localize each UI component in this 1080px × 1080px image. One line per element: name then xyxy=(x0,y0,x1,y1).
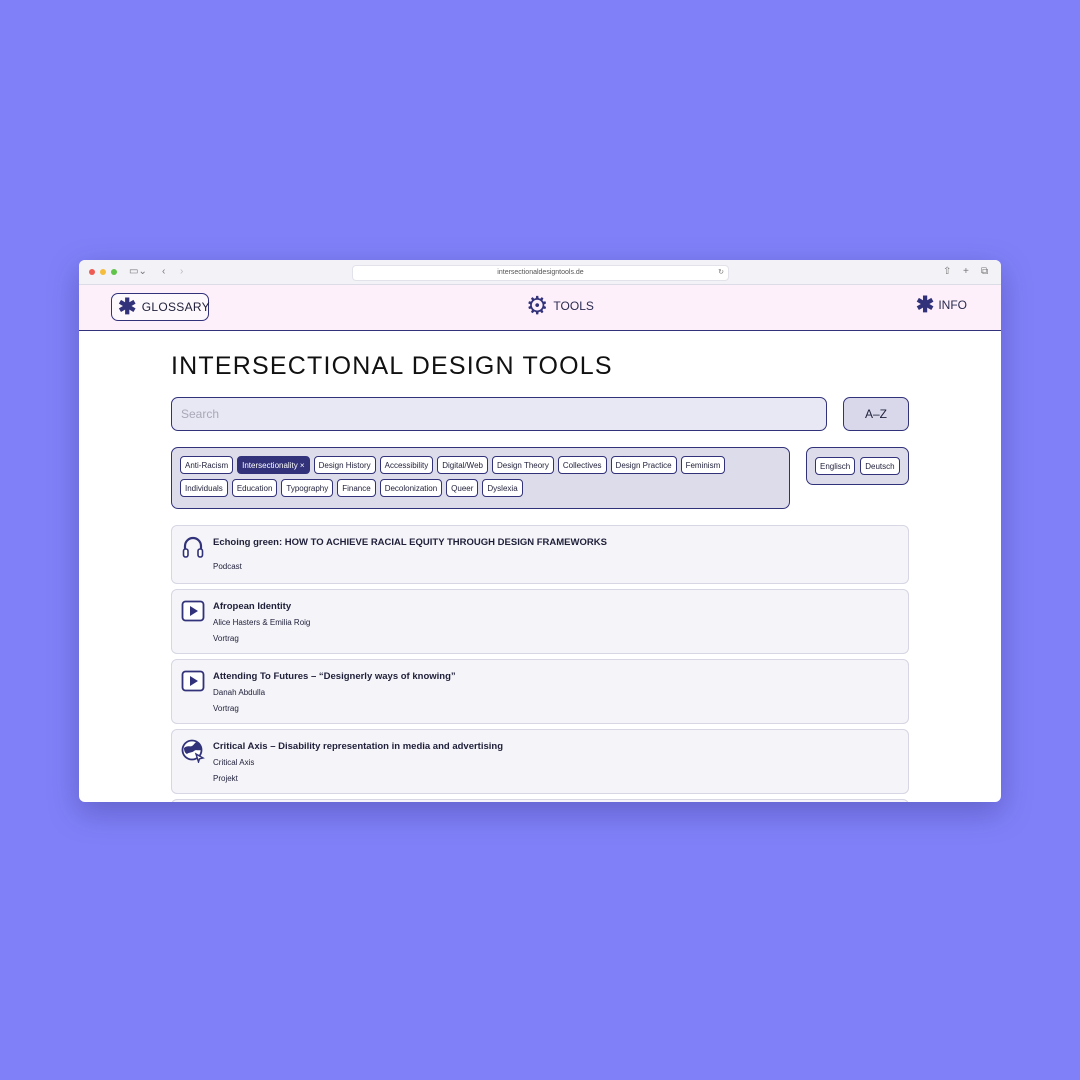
tag-digital-web[interactable]: Digital/Web xyxy=(437,456,488,474)
back-icon[interactable]: ‹ xyxy=(162,265,165,279)
browser-window: ▭⌄ ‹ › intersectionaldesigntools.de ↻ ⇧ … xyxy=(79,260,1001,802)
tag-finance[interactable]: Finance xyxy=(337,479,376,497)
tag-queer[interactable]: Queer xyxy=(446,479,479,497)
result-card[interactable]: Critical Axis – Disability representatio… xyxy=(171,729,909,794)
gear-icon: ⚙ xyxy=(526,292,549,320)
headphones-icon xyxy=(182,536,204,558)
minimize-window-button[interactable] xyxy=(100,269,106,275)
language-filter-panel: Englisch Deutsch xyxy=(806,447,909,485)
asterisk-icon: ✱ xyxy=(118,294,137,319)
result-card[interactable]: Attending To Futures – “Designerly ways … xyxy=(171,659,909,724)
tag-feminism[interactable]: Feminism xyxy=(680,456,726,474)
info-label: INFO xyxy=(938,298,967,312)
play-icon xyxy=(181,670,205,692)
language-german[interactable]: Deutsch xyxy=(860,457,900,475)
tag-row-1: Anti-Racism Intersectionality × Design H… xyxy=(180,456,789,474)
result-author: Alice Hasters & Emilia Roig xyxy=(213,618,311,627)
tag-design-practice[interactable]: Design Practice xyxy=(610,456,677,474)
play-icon xyxy=(181,600,205,622)
tag-education[interactable]: Education xyxy=(231,479,278,497)
result-type: Vortrag xyxy=(213,704,239,713)
result-title: Echoing green: HOW TO ACHIEVE RACIAL EQU… xyxy=(213,537,607,548)
result-card-body: Critical Axis – Disability representatio… xyxy=(213,741,503,783)
tools-link[interactable]: ⚙ TOOLS xyxy=(526,292,594,320)
sort-az-button[interactable]: A–Z xyxy=(843,397,909,431)
browser-toolbar: ▭⌄ ‹ › intersectionaldesigntools.de ↻ ⇧ … xyxy=(79,260,1001,285)
result-card-body: Attending To Futures – “Designerly ways … xyxy=(213,671,456,713)
address-bar-url: intersectionaldesigntools.de xyxy=(497,269,584,276)
tab-overview-icon[interactable]: ⧉ xyxy=(981,265,988,279)
tag-dyslexia[interactable]: Dyslexia xyxy=(482,479,523,497)
new-tab-icon[interactable]: + xyxy=(963,265,969,279)
tag-anti-racism[interactable]: Anti-Racism xyxy=(180,456,234,474)
result-type: Podcast xyxy=(213,562,242,571)
tag-accessibility[interactable]: Accessibility xyxy=(379,456,434,474)
flower-icon: ✱ xyxy=(915,292,935,317)
tag-decolonization[interactable]: Decolonization xyxy=(379,479,443,497)
tag-row-2: Individuals Education Typography Finance… xyxy=(180,479,789,497)
result-title: Afropean Identity xyxy=(213,601,292,612)
tag-design-theory[interactable]: Design Theory xyxy=(491,456,554,474)
page-title: INTERSECTIONAL DESIGN TOOLS xyxy=(171,352,613,380)
result-card-body: Afropean Identity Alice Hasters & Emilia… xyxy=(213,601,310,643)
results-list: Echoing green: HOW TO ACHIEVE RACIAL EQU… xyxy=(171,525,909,802)
tag-intersectionality[interactable]: Intersectionality × xyxy=(237,456,310,474)
site-header: ✱ GLOSSARY ⚙ TOOLS ✱ INFO xyxy=(79,285,1001,331)
result-card[interactable]: Echoing green: HOW TO ACHIEVE RACIAL EQU… xyxy=(171,525,909,584)
search-input[interactable] xyxy=(171,397,827,431)
result-author: Critical Axis xyxy=(213,758,255,767)
reload-icon[interactable]: ↻ xyxy=(718,266,724,280)
close-window-button[interactable] xyxy=(89,269,95,275)
result-type: Vortrag xyxy=(213,634,239,643)
glossary-button[interactable]: ✱ GLOSSARY xyxy=(111,293,210,321)
sidebar-toggle-icon[interactable]: ▭⌄ xyxy=(129,265,147,279)
info-link[interactable]: ✱ INFO xyxy=(916,294,967,316)
result-title: Critical Axis – Disability representatio… xyxy=(213,741,504,752)
glossary-label: GLOSSARY xyxy=(141,300,210,314)
address-bar[interactable]: intersectionaldesigntools.de ↻ xyxy=(352,265,729,281)
result-card[interactable]: Afropean Identity Alice Hasters & Emilia… xyxy=(171,589,909,654)
tag-typography[interactable]: Typography xyxy=(281,479,334,497)
language-english[interactable]: Englisch xyxy=(815,457,856,475)
tools-label: TOOLS xyxy=(553,299,594,313)
globe-cursor-icon xyxy=(181,739,205,763)
result-title: Attending To Futures – “Designerly ways … xyxy=(213,671,456,682)
forward-icon[interactable]: › xyxy=(180,265,183,279)
tag-collectives[interactable]: Collectives xyxy=(557,456,607,474)
tag-filter-panel: Anti-Racism Intersectionality × Design H… xyxy=(171,447,790,509)
result-type: Projekt xyxy=(213,774,238,783)
tag-individuals[interactable]: Individuals xyxy=(180,479,228,497)
maximize-window-button[interactable] xyxy=(111,269,117,275)
result-card-body: Echoing green: HOW TO ACHIEVE RACIAL EQU… xyxy=(213,537,607,571)
result-card[interactable] xyxy=(171,799,909,802)
tag-design-history[interactable]: Design History xyxy=(313,456,376,474)
result-author: Danah Abdulla xyxy=(213,688,266,697)
share-icon[interactable]: ⇧ xyxy=(943,265,951,279)
window-controls xyxy=(89,269,117,275)
